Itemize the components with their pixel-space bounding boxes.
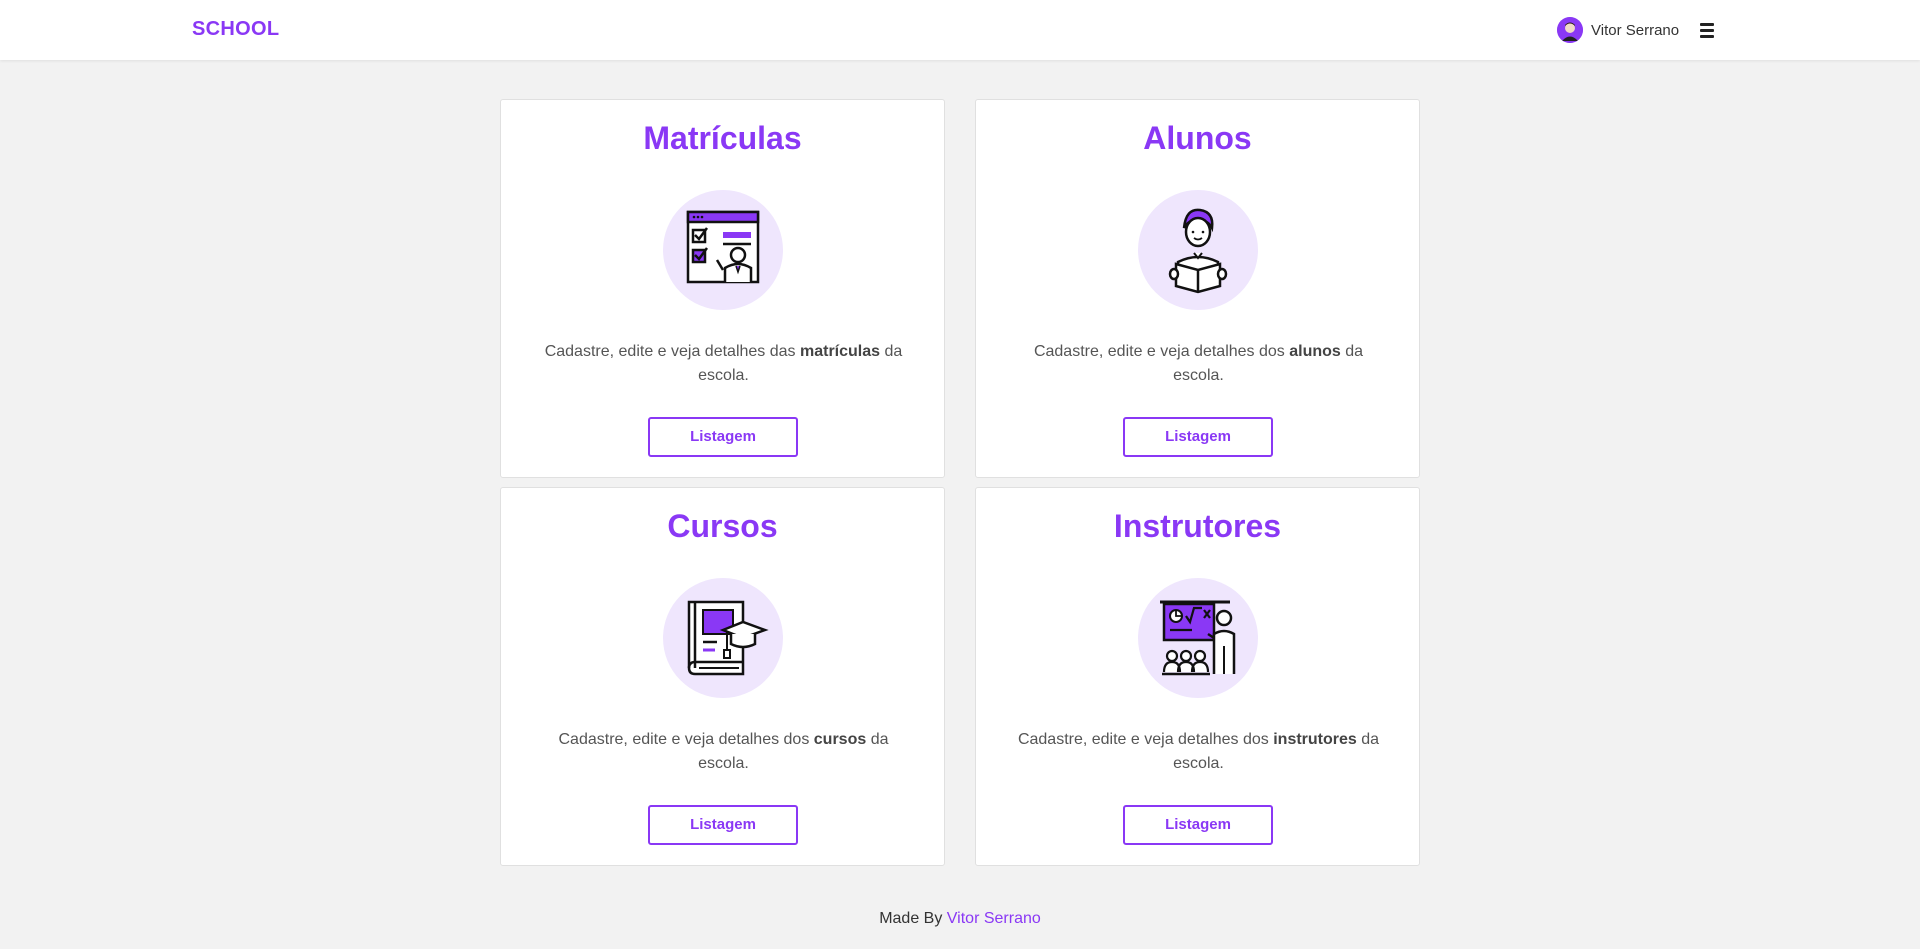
hamburger-icon[interactable] — [1700, 19, 1718, 41]
instructor-class-icon — [1138, 578, 1258, 698]
card-title: Matrículas — [643, 120, 802, 156]
card-description: Cadastre, edite e veja detalhes dos inst… — [1017, 731, 1380, 772]
user-menu[interactable]: Vitor Serrano — [1557, 17, 1679, 43]
student-reading-icon — [1138, 190, 1258, 310]
listagem-button[interactable]: Listagem — [648, 805, 798, 845]
card-title: Alunos — [1143, 120, 1252, 156]
card-description: Cadastre, edite e veja detalhes dos alun… — [1033, 343, 1364, 384]
footer-made-by: Made By — [879, 910, 947, 927]
card-description: Cadastre, edite e veja detalhes dos curs… — [558, 731, 889, 772]
user-avatar-icon — [1557, 17, 1583, 43]
footer-author-link[interactable]: Vitor Serrano — [947, 910, 1041, 927]
brand-logo[interactable]: SCHOOL — [192, 18, 279, 41]
footer: Made By Vitor Serrano — [0, 910, 1920, 928]
card-description: Cadastre, edite e veja detalhes das matr… — [544, 343, 903, 384]
listagem-button[interactable]: Listagem — [1123, 805, 1273, 845]
top-navbar: SCHOOL Vitor Serrano — [0, 0, 1920, 60]
book-graduation-cap-icon — [663, 578, 783, 698]
card-matriculas: Matrículas Cadastre, edite e veja detalh… — [500, 99, 945, 478]
card-title: Instrutores — [1113, 508, 1282, 544]
card-alunos: Alunos Cadastre, edite e veja detalhes d… — [975, 99, 1420, 478]
user-name: Vitor Serrano — [1591, 21, 1680, 39]
card-cursos: Cursos Cadastre, edite e veja detalhes d… — [500, 487, 945, 866]
card-title: Cursos — [667, 508, 778, 544]
listagem-button[interactable]: Listagem — [1123, 417, 1273, 457]
card-instrutores: Instrutores Cadastre, edite e veja detal… — [975, 487, 1420, 866]
listagem-button[interactable]: Listagem — [648, 417, 798, 457]
enrollment-board-icon — [663, 190, 783, 310]
